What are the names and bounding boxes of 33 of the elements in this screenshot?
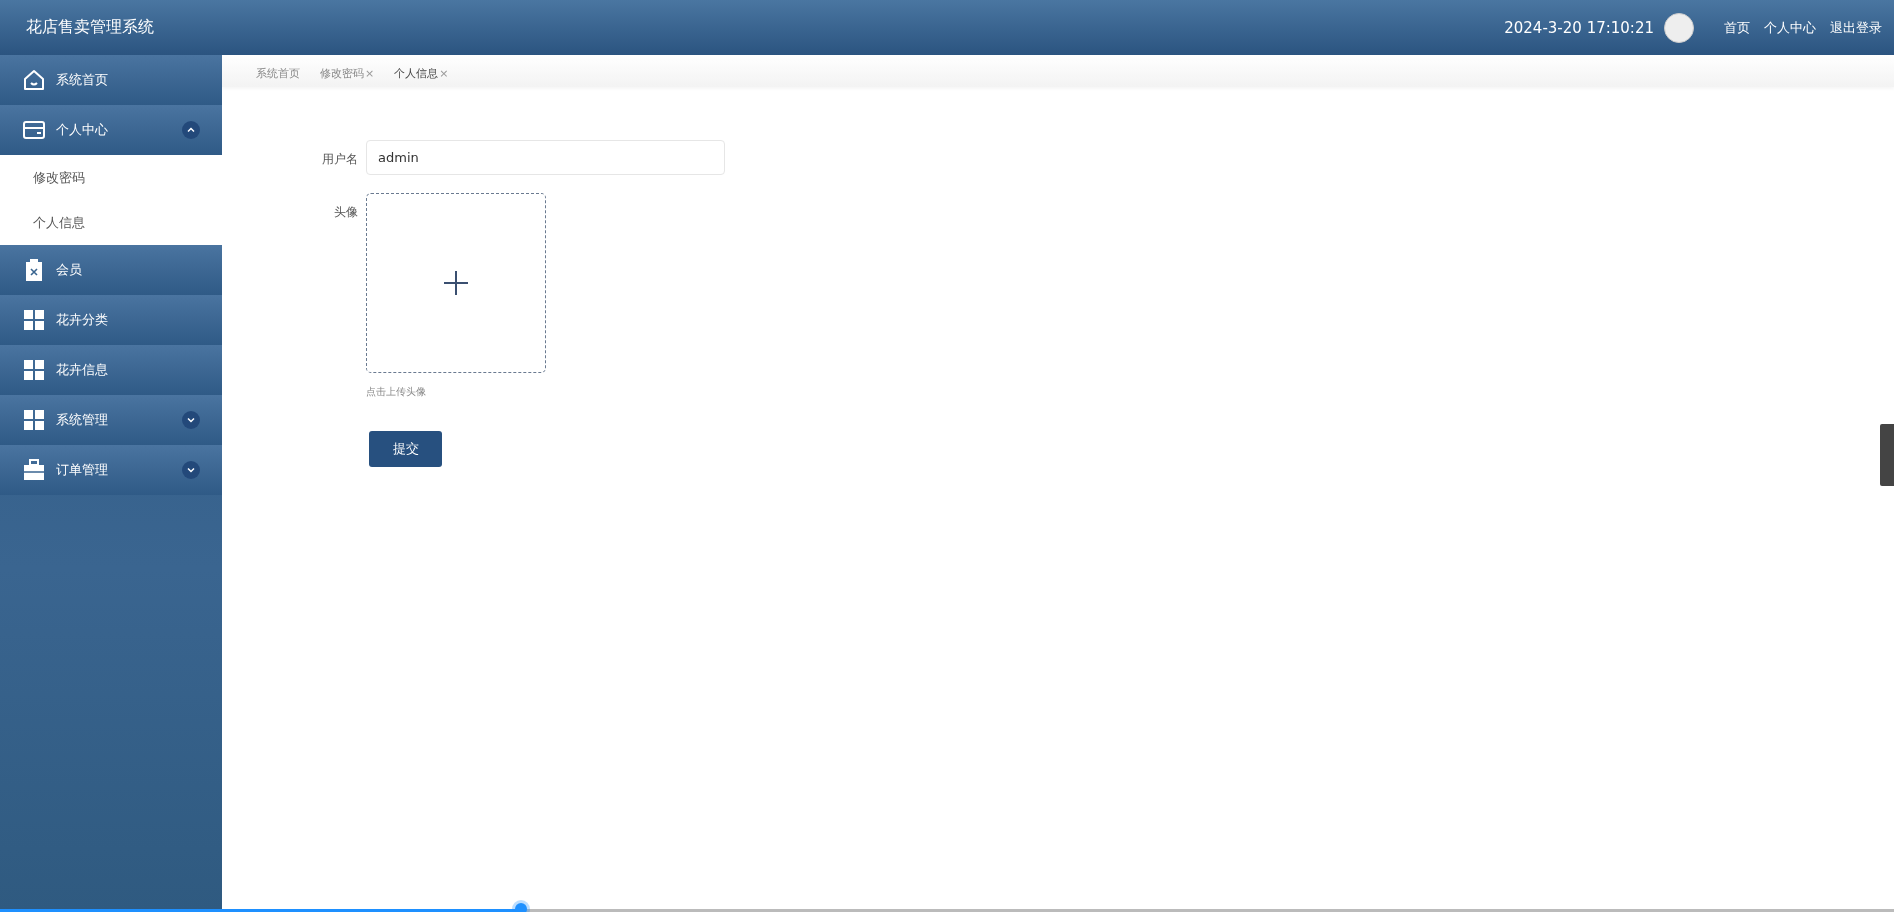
progress-track[interactable]: [0, 909, 1894, 912]
plus-icon: [443, 270, 469, 296]
menu-item[interactable]: 花卉信息: [0, 345, 222, 395]
upload-area[interactable]: [366, 193, 546, 373]
grid-icon: [22, 308, 46, 332]
card-icon: [22, 118, 46, 142]
grid-icon: [22, 408, 46, 432]
nav-link[interactable]: 首页: [1724, 18, 1750, 37]
field-label: 头像: [333, 204, 358, 221]
seek-handle[interactable]: [514, 903, 527, 912]
tab[interactable]: 个人信息: [394, 66, 439, 80]
avatar[interactable]: [1664, 12, 1694, 43]
nav-link[interactable]: 退出登录: [1830, 18, 1882, 37]
briefcase-icon: [22, 458, 46, 482]
nav-link[interactable]: 个人中心: [1764, 18, 1816, 37]
upload-hint: 点击上传头像: [366, 385, 427, 399]
input-field[interactable]: admin: [366, 140, 725, 175]
submit-button[interactable]: 提交: [369, 431, 442, 467]
submenu-item[interactable]: 修改密码: [0, 155, 222, 200]
submenu-item[interactable]: 个人信息: [0, 200, 222, 245]
menu-item[interactable]: 系统管理: [0, 395, 222, 445]
tab[interactable]: 系统首页: [256, 66, 300, 80]
menu-item[interactable]: 会员: [0, 245, 222, 295]
menu-item[interactable]: 系统首页: [0, 55, 222, 105]
side-handle[interactable]: [1880, 424, 1894, 486]
field-label: 用户名: [321, 151, 358, 168]
home-icon: [22, 68, 46, 92]
menu-item[interactable]: 花卉分类: [0, 295, 222, 345]
grid-icon: [22, 358, 46, 382]
tab[interactable]: 修改密码: [320, 66, 364, 80]
datetime: 2024-3-20 17:10:21: [1504, 18, 1654, 37]
app-title: 花店售卖管理系统: [26, 17, 155, 38]
menu-item[interactable]: 订单管理: [0, 445, 222, 495]
